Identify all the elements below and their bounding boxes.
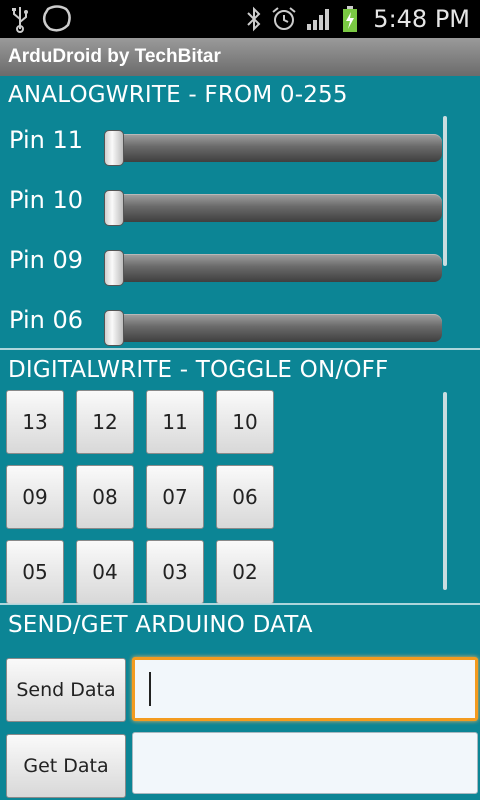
send-data-input[interactable] [132, 657, 478, 721]
pin06-slider[interactable] [104, 310, 442, 346]
pin09-toggle-button[interactable]: 09 [6, 465, 64, 529]
digital-scrollbar[interactable] [443, 392, 447, 590]
slider-label: Pin 11 [9, 126, 83, 154]
pin11-slider[interactable] [104, 130, 442, 166]
pin04-toggle-button[interactable]: 04 [76, 540, 134, 604]
slider-row-pin10: Pin 10 [0, 172, 480, 232]
slider-label: Pin 06 [9, 306, 83, 334]
pin11-toggle-button[interactable]: 11 [146, 390, 204, 454]
app-title-bar: ArduDroid by TechBitar [0, 38, 480, 76]
pin09-slider[interactable] [104, 250, 442, 286]
get-data-button[interactable]: Get Data [6, 734, 126, 798]
pin06-toggle-button[interactable]: 06 [216, 465, 274, 529]
get-data-output [132, 732, 478, 794]
notification-blob-icon [42, 5, 71, 32]
send-data-button[interactable]: Send Data [6, 658, 126, 722]
slider-thumb[interactable] [104, 310, 124, 346]
text-cursor [149, 672, 151, 706]
slider-label: Pin 09 [9, 246, 83, 274]
slider-thumb[interactable] [104, 190, 124, 226]
signal-icon [307, 9, 330, 30]
pin08-toggle-button[interactable]: 08 [76, 465, 134, 529]
alarm-icon [272, 7, 296, 30]
slider-row-pin09: Pin 09 [0, 232, 480, 292]
bluetooth-icon [247, 6, 261, 32]
slider-thumb[interactable] [104, 130, 124, 166]
data-section-title: SEND/GET ARDUINO DATA [8, 612, 313, 638]
pin02-toggle-button[interactable]: 02 [216, 540, 274, 604]
analog-scrollbar[interactable] [443, 116, 447, 266]
section-divider [0, 348, 480, 350]
app-title: ArduDroid by TechBitar [8, 46, 221, 67]
pin03-toggle-button[interactable]: 03 [146, 540, 204, 604]
pin05-toggle-button[interactable]: 05 [6, 540, 64, 604]
slider-row-pin06: Pin 06 [0, 292, 480, 352]
status-time: 5:48 PM [373, 5, 470, 33]
pin07-toggle-button[interactable]: 07 [146, 465, 204, 529]
slider-label: Pin 10 [9, 186, 83, 214]
battery-charging-icon [343, 6, 358, 32]
slider-row-pin11: Pin 11 [0, 112, 480, 172]
status-bar: 5:48 PM [0, 0, 480, 38]
section-divider [0, 603, 480, 605]
pin12-toggle-button[interactable]: 12 [76, 390, 134, 454]
slider-thumb[interactable] [104, 250, 124, 286]
pin13-toggle-button[interactable]: 13 [6, 390, 64, 454]
usb-icon [12, 7, 28, 33]
pin10-toggle-button[interactable]: 10 [216, 390, 274, 454]
analog-section-title: ANALOGWRITE - FROM 0-255 [8, 82, 348, 108]
pin10-slider[interactable] [104, 190, 442, 226]
digital-section-title: DIGITALWRITE - TOGGLE ON/OFF [8, 357, 389, 383]
